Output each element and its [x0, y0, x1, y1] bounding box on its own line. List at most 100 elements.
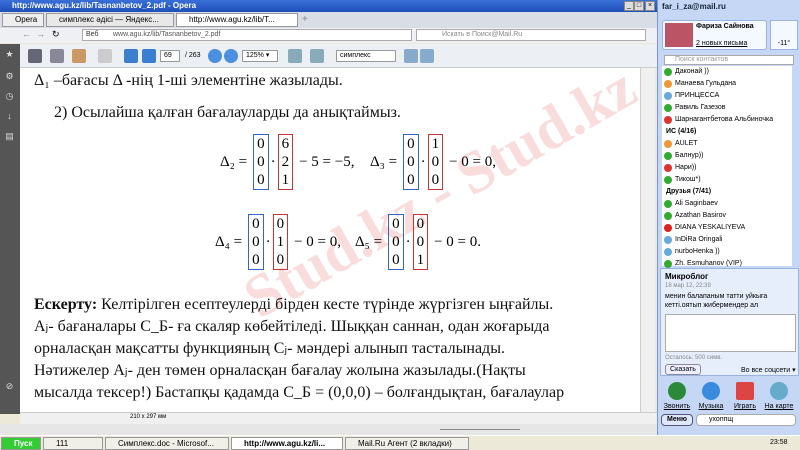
taskbar-item[interactable]: http://www.agu.kz/li... — [231, 437, 343, 450]
zoom-slider[interactable] — [440, 429, 520, 430]
start-button[interactable]: Пуск — [1, 437, 41, 450]
next-page-icon[interactable] — [142, 49, 156, 63]
dot-operator: · — [420, 153, 426, 170]
taskbar: Пуск 111 Симплекс.doc - Microsof... http… — [0, 435, 800, 450]
matrix: 0 1 0 — [272, 214, 289, 270]
opera-window: http://www.agu.kz/lib/Tasnanbetov_2.pdf … — [0, 0, 657, 435]
profile-card: Фариза Сайнова 2 новых письма — [662, 20, 767, 50]
downloads-icon[interactable]: ↓ — [4, 112, 15, 121]
status-input[interactable]: ухоппщ — [696, 414, 796, 426]
back-icon[interactable]: ← — [22, 29, 31, 39]
vertical-scrollbar[interactable] — [640, 68, 655, 412]
doc-line: орналасқан мақсатты функцияның Cⱼ- мәнде… — [34, 340, 505, 357]
matrix-cell: 0 — [392, 252, 400, 268]
tab-opera-menu[interactable]: Opera — [2, 13, 44, 27]
clock: 23:58 — [770, 439, 788, 446]
contact-item[interactable]: Манаева Гульдана — [664, 78, 736, 90]
attach-icon[interactable]: ⊘ — [4, 382, 15, 391]
target-select[interactable]: Во все соцсети ▾ — [741, 366, 796, 374]
url-input[interactable]: Веб www.agu.kz/lib/Tasnanbetov_2.pdf — [82, 29, 412, 41]
zoom-select[interactable]: 125% ▾ — [242, 50, 278, 62]
bookmarks-icon[interactable]: ★ — [4, 50, 15, 59]
globe-icon[interactable] — [98, 49, 112, 63]
contact-group[interactable]: ИС (4/16) — [666, 126, 696, 138]
contact-search-input[interactable]: Поиск контактов — [664, 55, 794, 65]
save-icon[interactable] — [50, 49, 64, 63]
fit-width-icon[interactable] — [310, 49, 324, 63]
find-next-icon[interactable] — [420, 49, 434, 63]
contact-item[interactable]: Нари)) — [664, 162, 696, 174]
matrix: 6 2 1 — [277, 134, 294, 190]
equation-label: Δ₂ = — [220, 153, 248, 170]
contact-item[interactable]: Azathan Basirov — [664, 210, 726, 222]
matrix: 0 0 1 — [412, 214, 429, 270]
new-tab-button[interactable]: + — [302, 14, 308, 25]
mail-link[interactable]: 2 новых письма — [696, 40, 747, 47]
contact-item[interactable]: InDiRa Oringali — [664, 234, 722, 246]
matrix: 0 0 0 — [388, 214, 404, 270]
matrix-cell: 2 — [281, 154, 290, 170]
forward-icon[interactable]: → — [36, 29, 45, 39]
print-icon[interactable] — [28, 49, 42, 63]
history-icon[interactable]: ◷ — [4, 92, 15, 101]
dot-operator: · — [270, 153, 276, 170]
agent-menu-button[interactable]: Меню — [661, 414, 693, 426]
contact-item[interactable]: Шарнагантбетова Альбиночка — [664, 114, 773, 126]
equation-label: Δ₅ = — [355, 233, 383, 250]
zoom-in-icon[interactable] — [224, 49, 238, 63]
contact-item[interactable]: Балнур)) — [664, 150, 703, 162]
matrix-cell: 0 — [416, 216, 425, 232]
zoom-out-icon[interactable] — [208, 49, 222, 63]
fit-page-icon[interactable] — [288, 49, 302, 63]
opera-sidebar: ★ ⚙ ◷ ↓ ▤ ⊘ — [0, 44, 20, 414]
find-prev-icon[interactable] — [404, 49, 418, 63]
matrix-cell: 1 — [416, 252, 425, 268]
equation: Δ₄ = 0 0 0 · 0 1 0− 0 = 0, — [215, 214, 341, 270]
matrix-cell: 6 — [281, 136, 290, 152]
page-input[interactable]: 69 — [160, 50, 180, 62]
mailru-agent: far_i_za@mail.ru Фариза Сайнова 2 новых … — [657, 0, 800, 435]
equation-result: − 0 = 0, — [449, 153, 497, 170]
contact-item[interactable]: AULET — [664, 138, 698, 150]
contact-item[interactable]: Ali Saginbaev — [664, 198, 718, 210]
matrix: 0 0 0 — [248, 214, 264, 270]
tab-pdf[interactable]: http://www.agu.kz/lib/T... — [176, 13, 298, 27]
share-icon[interactable] — [72, 49, 86, 63]
matrix-cell: 0 — [257, 172, 265, 188]
contact-item[interactable]: ПРИНЦЕССА — [664, 90, 719, 102]
profile-name: Фариза Сайнова — [696, 23, 754, 30]
maximize-button[interactable]: □ — [634, 1, 644, 11]
contact-item[interactable]: Даконай )) — [664, 66, 709, 78]
contact-group[interactable]: Друзья (7/41) — [666, 186, 711, 198]
contact-item[interactable]: nurboHenka )) — [664, 246, 720, 258]
microblog-panel: Микроблог 18 мар 12, 22:39 менин балапан… — [660, 268, 799, 376]
weather-widget[interactable]: -11° — [770, 20, 798, 50]
taskbar-item[interactable]: Симплекс.doc - Microsof... — [105, 437, 229, 450]
minimize-button[interactable]: _ — [624, 1, 634, 11]
search-input[interactable]: Искать в Поиск@Mail.Ru — [416, 29, 646, 41]
notes-icon[interactable]: ▤ — [4, 132, 15, 141]
contact-item[interactable]: Равиль Газезов — [664, 102, 725, 114]
matrix-cell: 0 — [392, 234, 400, 250]
avatar[interactable] — [665, 23, 693, 47]
music-button[interactable]: Музыка — [696, 382, 726, 410]
close-button[interactable]: × — [645, 1, 655, 11]
taskbar-item[interactable]: Mail.Ru Агент (2 вкладки) — [345, 437, 469, 450]
contact-item[interactable]: DIANA YESKALIYEVA — [664, 222, 745, 234]
panel-icon[interactable]: ⚙ — [4, 72, 15, 81]
games-button[interactable]: Играть — [730, 382, 760, 410]
equation-result: − 5 = −5, — [299, 153, 355, 170]
equation-result: − 0 = 0, — [294, 233, 342, 250]
map-button[interactable]: На карте — [764, 382, 794, 410]
call-button[interactable]: Звонить — [662, 382, 692, 410]
agent-email: far_i_za@mail.ru — [662, 2, 726, 11]
taskbar-item[interactable]: 111 — [43, 437, 103, 450]
horizontal-scrollbar[interactable]: 210 x 297 мм — [20, 412, 657, 424]
tab-yandex[interactable]: симплекс әдісі — Яндекс... — [46, 13, 174, 27]
prev-page-icon[interactable] — [124, 49, 138, 63]
find-input[interactable]: симплекс — [336, 50, 396, 62]
reload-icon[interactable]: ↻ — [52, 29, 60, 40]
blog-input[interactable] — [665, 314, 796, 352]
say-button[interactable]: Сказать — [665, 364, 701, 375]
contact-item[interactable]: Тикош*) — [664, 174, 701, 186]
